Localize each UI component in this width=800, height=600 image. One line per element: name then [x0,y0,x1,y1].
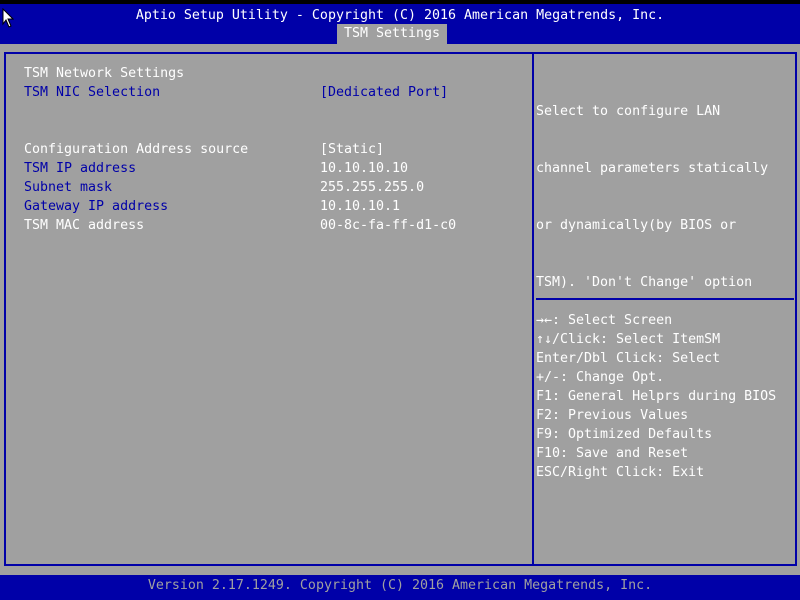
section-title: TSM Network Settings [24,66,185,81]
app-title: Aptio Setup Utility - Copyright (C) 2016… [135,8,665,23]
value-config-address-source: [Static] [320,142,385,157]
key-hint-change-opt: +/-: Change Opt. [536,368,665,387]
main-panel: TSM Network Settings TSM NIC Selection [… [4,52,797,566]
value-subnet-mask[interactable]: 255.255.255.0 [320,178,424,197]
help-text: Select to configure LAN channel paramete… [536,64,786,461]
mouse-pointer-icon [2,8,14,28]
setting-tsm-mac-address: TSM MAC address [24,218,145,233]
setting-tsm-ip-address[interactable]: TSM IP address [24,159,136,178]
key-hint-save-reset: F10: Save and Reset [536,444,689,463]
help-line: Select to configure LAN [536,104,721,119]
setting-gateway-ip[interactable]: Gateway IP address [24,197,168,216]
key-hint-select-item: ↑↓/Click: Select Item [536,330,705,349]
help-line: or dynamically(by BIOS or [536,218,737,233]
key-hint-previous-values: F2: Previous Values [536,406,689,425]
help-line: channel parameters statically [536,161,769,176]
key-hint-exit: ESC/Right Click: Exit [536,463,705,482]
key-hint-select: Enter/Dbl Click: Select [536,349,721,368]
footer: Version 2.17.1249. Copyright (C) 2016 Am… [0,575,800,600]
tab-tsm-settings[interactable]: TSM Settings [337,24,447,44]
value-gateway-ip[interactable]: 10.10.10.1 [320,197,400,216]
key-hint-select-screen: →←: Select Screen [536,311,673,330]
setting-tsm-nic-selection[interactable]: TSM NIC Selection [24,83,160,102]
setting-subnet-mask[interactable]: Subnet mask [24,178,112,197]
panel-divider [532,54,534,564]
setting-config-address-source: Configuration Address source [24,142,249,157]
help-line: TSM). 'Don't Change' option [536,275,753,290]
help-separator [536,298,794,300]
value-tsm-nic-selection[interactable]: [Dedicated Port] [320,83,448,102]
key-hint-optimized-defaults: F9: Optimized Defaults [536,425,713,444]
value-tsm-ip-address[interactable]: 10.10.10.10 [320,159,408,178]
value-tsm-mac-address: 00-8c-fa-ff-d1-c0 [320,218,457,233]
header: Aptio Setup Utility - Copyright (C) 2016… [0,4,800,44]
key-hint-general-help: F1: General Help [536,387,665,406]
